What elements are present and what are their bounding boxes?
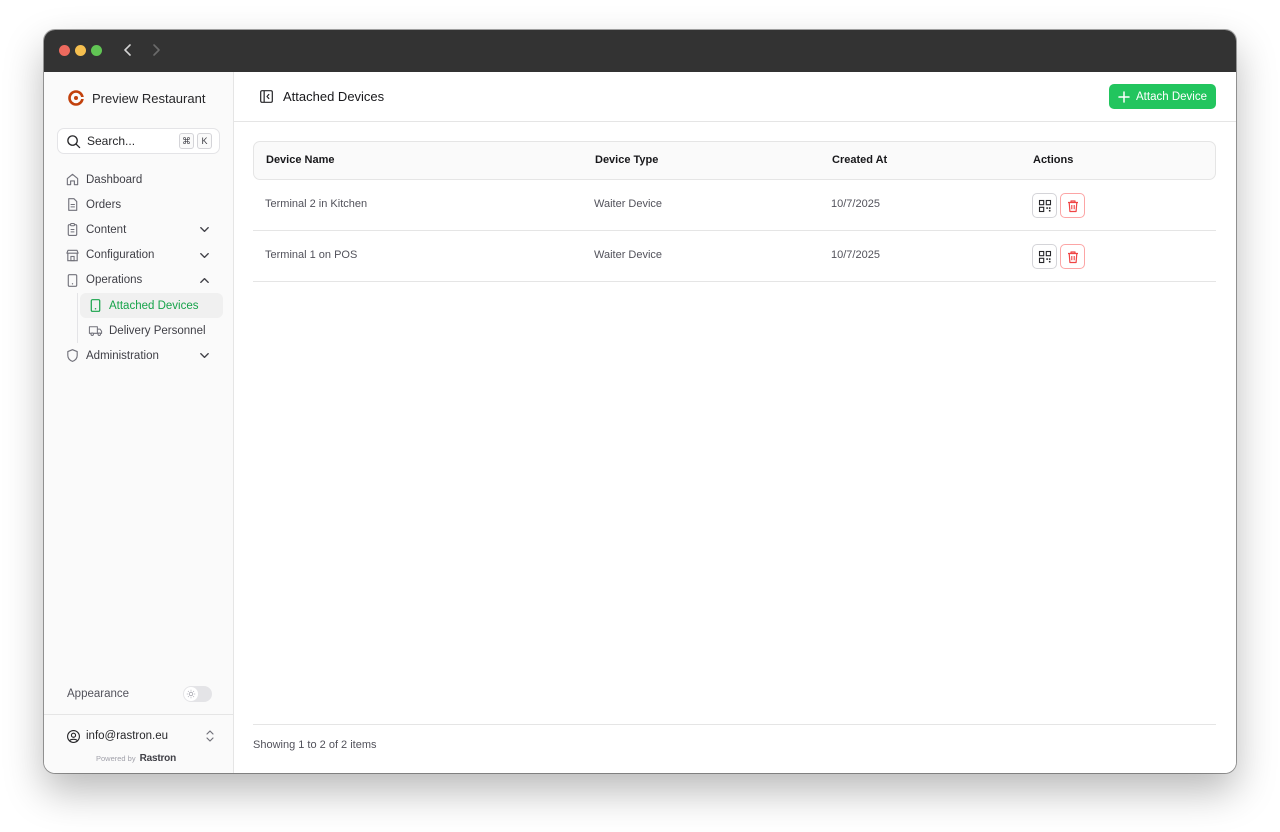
forward-arrow-icon[interactable]	[148, 42, 164, 58]
document-icon	[68, 198, 78, 212]
truck-icon	[88, 326, 103, 337]
store-icon	[66, 249, 79, 261]
sidebar-item-content[interactable]: Content	[57, 217, 220, 242]
sidebar-item-label: Attached Devices	[109, 299, 199, 312]
main-content: Attached Devices Attach Device Device Na…	[234, 72, 1236, 773]
window-titlebar	[44, 30, 1236, 72]
qr-code-icon	[1038, 250, 1051, 263]
sidebar-item-label: Content	[86, 223, 127, 236]
tablet-icon	[90, 299, 101, 312]
sidebar-item-orders[interactable]: Orders	[57, 192, 220, 217]
device-type-cell: Waiter Device	[594, 249, 663, 261]
delete-button[interactable]	[1060, 193, 1085, 218]
tablet-icon	[67, 273, 78, 287]
table-row: Terminal 2 in Kitchen Waiter Device 10/7…	[253, 180, 1216, 231]
sidebar-footer: info@rastron.eu Powered by Rastron	[44, 714, 234, 773]
column-header: Actions	[1033, 154, 1074, 166]
trash-icon	[1067, 199, 1078, 212]
sidebar-item-attached-devices[interactable]: Attached Devices	[80, 292, 223, 319]
devices-table: Device Name Device Type Created At Actio…	[253, 141, 1216, 282]
created-at-cell: 10/7/2025	[831, 198, 880, 210]
search-placeholder: Search...	[87, 134, 136, 148]
clipboard-icon	[67, 223, 78, 237]
sun-icon	[184, 687, 198, 701]
sidebar: Preview Restaurant Search... ⌘ K Dashboa…	[44, 72, 234, 773]
sidebar-item-administration[interactable]: Administration	[57, 343, 220, 368]
search-icon	[67, 134, 81, 148]
sidebar-nav: Dashboard Orders Content Configuration O…	[57, 167, 223, 369]
pagination-summary: Showing 1 to 2 of 2 items	[253, 739, 377, 751]
powered-by-brand: Rastron	[139, 753, 177, 764]
restaurant-logo-icon	[68, 90, 85, 106]
sidebar-item-label: Delivery Personnel	[109, 324, 206, 337]
shortcut-cmd-key: ⌘	[179, 133, 194, 149]
sidebar-item-operations[interactable]: Operations	[57, 268, 220, 293]
appearance-toggle[interactable]	[183, 686, 212, 702]
created-at-cell: 10/7/2025	[831, 249, 880, 261]
chevron-down-icon	[200, 227, 209, 233]
attach-device-button[interactable]: Attach Device	[1109, 84, 1216, 109]
sidebar-item-label: Orders	[86, 198, 122, 211]
sidebar-item-label: Administration	[86, 349, 159, 362]
attach-device-label: Attach Device	[1136, 90, 1207, 103]
search-input[interactable]: Search... ⌘ K	[57, 128, 220, 154]
table-header: Device Name Device Type Created At Actio…	[253, 141, 1216, 180]
device-type-cell: Waiter Device	[594, 198, 663, 210]
table-row: Terminal 1 on POS Waiter Device 10/7/202…	[253, 231, 1216, 282]
sidebar-item-label: Configuration	[86, 249, 155, 262]
minimize-window-button[interactable]	[75, 45, 86, 56]
powered-by: Powered by Rastron	[96, 753, 176, 764]
column-header: Device Type	[595, 154, 659, 166]
user-email: info@rastron.eu	[86, 730, 168, 742]
plus-icon	[1118, 90, 1130, 103]
pagination-divider	[253, 724, 1216, 725]
operations-submenu: Attached Devices Delivery Personnel	[77, 292, 223, 344]
appearance-setting: Appearance	[67, 685, 212, 703]
app-window: Preview Restaurant Search... ⌘ K Dashboa…	[44, 30, 1236, 773]
sidebar-item-dashboard[interactable]: Dashboard	[57, 167, 220, 192]
chevron-up-icon	[200, 277, 209, 283]
device-name-cell: Terminal 2 in Kitchen	[265, 198, 368, 210]
chevron-up-down-icon	[206, 730, 214, 742]
trash-icon	[1067, 250, 1078, 263]
appearance-label: Appearance	[67, 688, 130, 700]
sidebar-item-label: Dashboard	[86, 173, 143, 186]
home-icon	[66, 173, 79, 186]
delete-button[interactable]	[1060, 244, 1085, 269]
column-header: Device Name	[266, 154, 335, 166]
maximize-window-button[interactable]	[91, 45, 102, 56]
page-title: Attached Devices	[283, 89, 385, 104]
column-header: Created At	[832, 154, 888, 166]
close-window-button[interactable]	[59, 45, 70, 56]
qr-code-button[interactable]	[1032, 244, 1057, 269]
sidebar-item-configuration[interactable]: Configuration	[57, 243, 220, 268]
page-header: Attached Devices Attach Device	[234, 72, 1236, 122]
shield-icon	[67, 349, 78, 363]
user-menu[interactable]: info@rastron.eu	[66, 727, 216, 745]
sidebar-toggle-icon[interactable]	[259, 89, 274, 104]
device-name-cell: Terminal 1 on POS	[265, 249, 358, 261]
powered-by-text: Powered by	[96, 754, 136, 763]
qr-code-button[interactable]	[1032, 193, 1057, 218]
shortcut-k-key: K	[197, 133, 212, 149]
user-circle-icon	[67, 729, 80, 743]
qr-code-icon	[1038, 199, 1051, 212]
back-arrow-icon[interactable]	[120, 42, 136, 58]
chevron-down-icon	[200, 252, 209, 258]
sidebar-item-label: Operations	[86, 274, 143, 287]
brand-name: Preview Restaurant	[92, 90, 206, 106]
brand[interactable]: Preview Restaurant	[67, 89, 205, 107]
sidebar-item-delivery-personnel[interactable]: Delivery Personnel	[80, 318, 223, 343]
chevron-down-icon	[200, 353, 209, 359]
